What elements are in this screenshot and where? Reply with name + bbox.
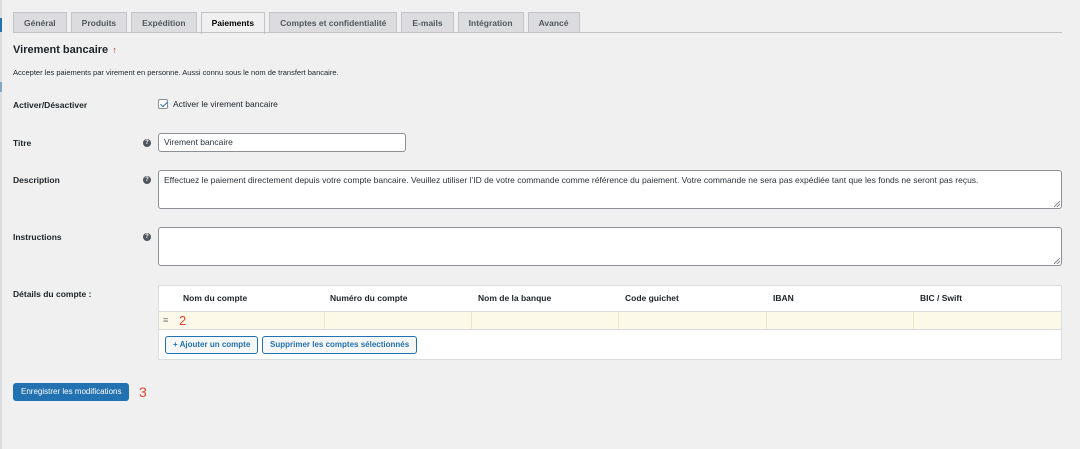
column-header: Code guichet	[625, 293, 679, 303]
enable-checkbox-label: Activer le virement bancaire	[173, 99, 278, 109]
sidebar-accent	[0, 18, 2, 32]
annotation-marker: 3	[139, 384, 147, 400]
column-header: IBAN	[773, 293, 794, 303]
tab-produits[interactable]: Produits	[70, 12, 128, 33]
tab-emails[interactable]: E-mails	[401, 12, 454, 33]
tab-expedition[interactable]: Expédition	[131, 12, 197, 33]
column-header: BIC / Swift	[920, 293, 963, 303]
tab-general[interactable]: Général	[13, 12, 67, 33]
accounts-table: Nom du compte Numéro du compte Nom de la…	[158, 285, 1062, 360]
tab-integration[interactable]: Intégration	[457, 12, 524, 33]
up-arrow-icon[interactable]: ↑	[112, 45, 117, 55]
admin-sidebar-edge	[0, 0, 2, 449]
sort-code-cell[interactable]	[618, 312, 619, 329]
column-header: Numéro du compte	[330, 293, 408, 303]
instructions-textarea[interactable]	[158, 227, 1062, 266]
help-icon[interactable]: ?	[143, 176, 151, 184]
account-number-cell[interactable]	[324, 312, 325, 329]
sidebar-accent	[0, 82, 2, 92]
instructions-label: Instructions	[13, 232, 62, 242]
table-row[interactable]: ≡ 2	[159, 311, 1061, 330]
enable-checkbox-wrap[interactable]: Activer le virement bancaire	[158, 99, 278, 109]
description-label: Description	[13, 175, 60, 185]
section-title-text: Virement bancaire	[13, 44, 109, 56]
tab-comptes[interactable]: Comptes et confidentialité	[269, 12, 398, 33]
tab-avance[interactable]: Avancé	[527, 12, 580, 33]
resize-grip-icon[interactable]	[1054, 258, 1060, 264]
save-button[interactable]: Enregistrer les modifications	[13, 383, 130, 401]
tab-paiements[interactable]: Paiements	[200, 12, 266, 34]
drag-handle-icon[interactable]: ≡	[163, 316, 171, 325]
description-text: Effectuez le paiement directement depuis…	[164, 175, 979, 185]
bank-name-cell[interactable]	[471, 312, 472, 329]
add-account-button[interactable]: + Ajouter un compte	[165, 336, 259, 354]
description-textarea[interactable]: Effectuez le paiement directement depuis…	[158, 170, 1062, 209]
iban-cell[interactable]	[766, 312, 767, 329]
enable-label: Activer/Désactiver	[13, 100, 88, 110]
help-icon[interactable]: ?	[143, 139, 151, 147]
accounts-table-header: Nom du compte Numéro du compte Nom de la…	[159, 286, 1061, 311]
settings-tabs: Général Produits Expédition Paiements Co…	[13, 12, 580, 34]
annotation-marker: 2	[179, 313, 187, 328]
resize-grip-icon[interactable]	[1054, 201, 1060, 207]
remove-accounts-button[interactable]: Supprimer les comptes sélectionnés	[262, 336, 418, 354]
help-icon[interactable]: ?	[143, 233, 151, 241]
section-title: Virement bancaire ↑	[13, 44, 117, 56]
accounts-label: Détails du compte :	[13, 289, 92, 299]
column-header: Nom de la banque	[478, 293, 552, 303]
tabs-divider	[13, 32, 1062, 33]
enable-checkbox[interactable]	[158, 99, 168, 109]
section-description: Accepter les paiements par virement en p…	[13, 68, 339, 77]
title-label: Titre	[13, 138, 32, 148]
column-header: Nom du compte	[183, 293, 248, 303]
title-input[interactable]: Virement bancaire	[158, 133, 406, 152]
bic-cell[interactable]	[913, 312, 914, 329]
